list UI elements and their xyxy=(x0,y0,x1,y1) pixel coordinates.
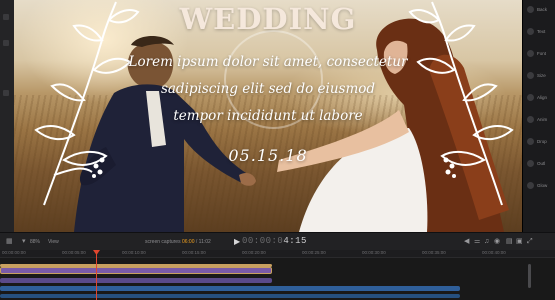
ruler-label: 00:00:25:00 xyxy=(302,250,326,255)
effects-browser-icon[interactable]: ▣ xyxy=(516,238,523,246)
layout-icon[interactable]: ▦ xyxy=(6,237,13,246)
inspector-toggle[interactable] xyxy=(527,160,534,167)
project-timecode: 06:00 xyxy=(181,239,195,245)
title-clip[interactable] xyxy=(0,267,272,274)
inspector-toggle[interactable] xyxy=(527,72,534,79)
inspector-toggle[interactable] xyxy=(527,6,534,13)
audio-clip-2[interactable] xyxy=(0,294,460,298)
inspector-toggle[interactable] xyxy=(527,50,534,57)
zoom-dropdown[interactable]: ▾ xyxy=(22,237,26,246)
ruler-label: 00:00:40:00 xyxy=(482,250,506,255)
sidebar-handle[interactable] xyxy=(3,14,9,20)
inspector-label: Glow xyxy=(537,183,548,188)
inspector-toggle[interactable] xyxy=(527,138,534,145)
title-text: WEDDING xyxy=(179,2,357,36)
ruler-label: 00:00:05:00 xyxy=(62,250,86,255)
solo-icon[interactable]: ◉ xyxy=(494,238,500,246)
viewer-toolbar: ▦ ▾ 88% View screen captures 06:00 / 11:… xyxy=(0,232,555,251)
audio-skimming-icon[interactable]: ♫ xyxy=(484,238,489,246)
audio-clip[interactable] xyxy=(0,286,460,291)
playhead[interactable] xyxy=(96,250,97,300)
ruler-label: 00:00:00:00 xyxy=(2,250,26,255)
sidebar-handle[interactable] xyxy=(3,90,9,96)
snapping-icon[interactable]: ⚌ xyxy=(474,238,480,246)
body-text-line-3: tempor incididunt ut labore xyxy=(173,108,363,124)
inspector-label: Drop xyxy=(537,139,547,144)
inspector-toggle[interactable] xyxy=(527,94,534,101)
ruler-label: 00:00:30:00 xyxy=(362,250,386,255)
skimming-icon[interactable]: ◀ xyxy=(464,238,469,246)
timecode-display: 00:00:04:15 xyxy=(242,236,307,246)
inspector-label: Outl xyxy=(537,161,546,166)
inspector-label: Text xyxy=(537,29,546,34)
timeline-ruler[interactable]: 00:00:00:00 00:00:05:00 00:00:10:00 00:0… xyxy=(0,250,555,258)
inspector-label: Size xyxy=(537,73,546,78)
date-text: 05.15.18 xyxy=(228,146,308,165)
ruler-label: 00:00:35:00 xyxy=(422,250,446,255)
fullscreen-icon[interactable]: ⤢ xyxy=(527,238,533,246)
project-duration: / 11:02 xyxy=(195,239,211,245)
ruler-label: 00:00:10:00 xyxy=(122,250,146,255)
inspector-label: Align xyxy=(537,95,548,100)
body-text-line-1: Lorem ipsum dolor sit amet, consectetur xyxy=(128,54,408,70)
video-clip[interactable] xyxy=(0,278,272,283)
sidebar-handle[interactable] xyxy=(3,40,9,46)
play-icon[interactable]: ▶ xyxy=(234,237,240,246)
left-sidebar-strip xyxy=(0,0,15,232)
video-viewer[interactable]: WEDDING Lorem ipsum dolor sit amet, cons… xyxy=(14,0,522,232)
ruler-label: 00:00:15:00 xyxy=(182,250,206,255)
project-name: screen captures xyxy=(145,239,181,245)
inspector-label: Back xyxy=(537,7,548,12)
inspector-toggle[interactable] xyxy=(527,28,534,35)
timeline-scrollbar[interactable] xyxy=(528,264,531,288)
view-menu[interactable]: View xyxy=(48,238,59,247)
project-title: screen captures 06:00 / 11:02 xyxy=(145,239,211,245)
timecode-bright: 4:15 xyxy=(283,236,307,246)
inspector-panel: Back Text Font Size Align Anim Drop Outl… xyxy=(522,0,555,232)
timecode-dim: 00:00:0 xyxy=(242,236,284,246)
inspector-toggle[interactable] xyxy=(527,116,534,123)
clip-appearance-icon[interactable]: ▤ xyxy=(506,238,513,246)
timeline[interactable]: 00:00:00:00 00:00:05:00 00:00:10:00 00:0… xyxy=(0,250,555,300)
inspector-label: Font xyxy=(537,51,547,56)
inspector-toggle[interactable] xyxy=(527,182,534,189)
inspector-label: Anim xyxy=(537,117,548,122)
body-text-line-2: sadipiscing elit sed do eiusmod xyxy=(160,81,376,97)
zoom-label[interactable]: 88% xyxy=(30,238,40,247)
app-window: WEDDING Lorem ipsum dolor sit amet, cons… xyxy=(0,0,555,300)
ruler-label: 00:00:20:00 xyxy=(242,250,266,255)
